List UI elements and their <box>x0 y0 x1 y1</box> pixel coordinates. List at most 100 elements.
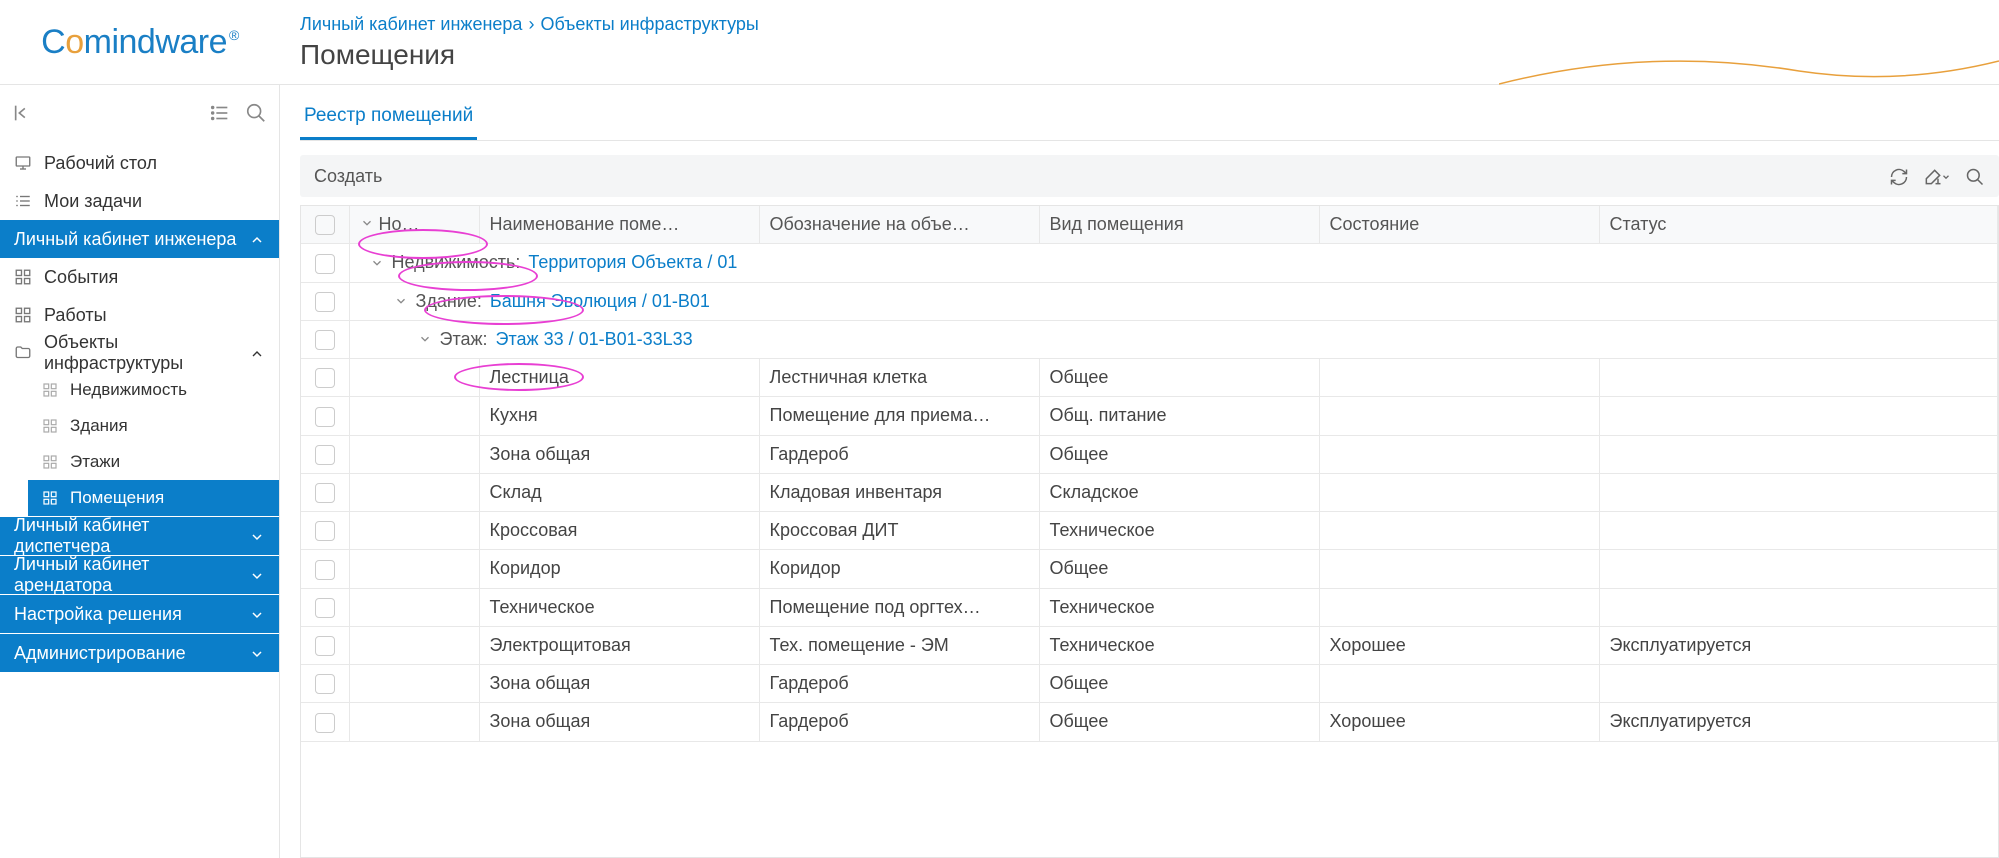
table-row[interactable]: Склад Кладовая инвентаря Складское <box>301 473 1998 511</box>
cell-status <box>1599 512 1998 550</box>
list-view-icon[interactable] <box>209 101 231 123</box>
col-kind[interactable]: Вид помещения <box>1039 206 1319 244</box>
grid-icon <box>42 382 60 398</box>
row-checkbox[interactable] <box>315 636 335 656</box>
group-row: Этаж: Этаж 33 / 01-B01-33L33 <box>301 320 1998 358</box>
nav-tenant-cabinet[interactable]: Личный кабинет арендатора <box>0 556 279 594</box>
nav-real-estate[interactable]: Недвижимость <box>28 372 279 408</box>
row-checkbox[interactable] <box>315 292 335 312</box>
cell-name: Кроссовая <box>479 512 759 550</box>
row-checkbox[interactable] <box>315 560 335 580</box>
cell-name: Зона общая <box>479 665 759 703</box>
table-row[interactable]: Техническое Помещение под оргтех… Технич… <box>301 588 1998 626</box>
nav-desktop[interactable]: Рабочий стол <box>0 144 279 182</box>
nav-label: Объекты инфраструктуры <box>44 332 239 374</box>
chevron-down-icon[interactable] <box>418 332 432 346</box>
table-row[interactable]: Кухня Помещение для приема… Общ. питание <box>301 397 1998 435</box>
row-checkbox[interactable] <box>315 483 335 503</box>
row-checkbox[interactable] <box>315 254 335 274</box>
table-row[interactable]: Зона общая Гардероб Общее <box>301 665 1998 703</box>
edit-icon[interactable] <box>1923 165 1951 186</box>
cell-designation: Кроссовая ДИТ <box>759 512 1039 550</box>
monitor-icon <box>14 154 34 172</box>
nav-label: Помещения <box>70 488 164 508</box>
nav-works[interactable]: Работы <box>0 296 279 334</box>
create-button[interactable]: Создать <box>314 166 382 187</box>
table-row[interactable]: Кроссовая Кроссовая ДИТ Техническое <box>301 512 1998 550</box>
nav-dispatcher-cabinet[interactable]: Личный кабинет диспетчера <box>0 517 279 555</box>
cell-status <box>1599 435 1998 473</box>
chevron-down-icon <box>249 526 265 547</box>
cell-kind: Техническое <box>1039 626 1319 664</box>
nav-floors[interactable]: Этажи <box>28 444 279 480</box>
col-designation[interactable]: Обозначение на объе… <box>759 206 1039 244</box>
nav-events[interactable]: События <box>0 258 279 296</box>
cell-status <box>1599 397 1998 435</box>
nav-buildings[interactable]: Здания <box>28 408 279 444</box>
grid-icon <box>42 454 60 470</box>
tab-registry[interactable]: Реестр помещений <box>300 97 477 140</box>
tabs: Реестр помещений <box>300 97 1999 141</box>
nav-label: Рабочий стол <box>44 153 157 174</box>
table-row[interactable]: Лестница Лестничная клетка Общее <box>301 359 1998 397</box>
row-checkbox[interactable] <box>315 407 335 427</box>
refresh-icon[interactable] <box>1889 165 1909 186</box>
group-link[interactable]: Башня Эволюция / 01-B01 <box>490 291 710 312</box>
group-label: Здание: <box>416 291 482 312</box>
chevron-up-icon <box>249 229 265 250</box>
col-status[interactable]: Статус <box>1599 206 1998 244</box>
breadcrumb-separator: › <box>528 14 534 35</box>
group-link[interactable]: Этаж 33 / 01-B01-33L33 <box>496 329 693 350</box>
breadcrumb-item-1[interactable]: Объекты инфраструктуры <box>540 14 758 35</box>
row-checkbox[interactable] <box>315 330 335 350</box>
table-row[interactable]: Электрощитовая Тех. помещение - ЭМ Техни… <box>301 626 1998 664</box>
col-condition[interactable]: Состояние <box>1319 206 1599 244</box>
row-checkbox[interactable] <box>315 368 335 388</box>
row-checkbox[interactable] <box>315 521 335 541</box>
cell-designation: Гардероб <box>759 703 1039 741</box>
breadcrumb-item-0[interactable]: Личный кабинет инженера <box>300 14 522 35</box>
logo[interactable]: Comindware® <box>0 23 280 62</box>
group-link[interactable]: Территория Объекта / 01 <box>528 252 737 273</box>
table-row[interactable]: Коридор Коридор Общее <box>301 550 1998 588</box>
cell-status <box>1599 588 1998 626</box>
nav-administration[interactable]: Администрирование <box>0 634 279 672</box>
nav-label: Этажи <box>70 452 120 472</box>
grid-icon <box>42 490 60 506</box>
row-checkbox[interactable] <box>315 674 335 694</box>
row-checkbox[interactable] <box>315 445 335 465</box>
nav-rooms[interactable]: Помещения <box>28 480 279 516</box>
grid-icon <box>14 268 34 286</box>
chevron-down-icon <box>360 216 374 230</box>
cell-kind: Техническое <box>1039 512 1319 550</box>
nav-my-tasks[interactable]: Мои задачи <box>0 182 279 220</box>
nav-solution-config[interactable]: Настройка решения <box>0 595 279 633</box>
collapse-sidebar-icon[interactable] <box>12 101 34 123</box>
cell-condition <box>1319 435 1599 473</box>
grid-icon <box>42 418 60 434</box>
sidebar-nav: Рабочий стол Мои задачи Личный кабинет и… <box>0 140 279 676</box>
row-checkbox[interactable] <box>315 713 335 733</box>
group-row: Недвижимость: Территория Объекта / 01 <box>301 244 1998 282</box>
search-icon[interactable] <box>245 101 267 123</box>
search-table-icon[interactable] <box>1965 165 1985 186</box>
chevron-down-icon[interactable] <box>394 294 408 308</box>
header: Comindware® Личный кабинет инженера › Об… <box>0 0 1999 85</box>
sidebar: Рабочий стол Мои задачи Личный кабинет и… <box>0 85 280 858</box>
nav-label: Здания <box>70 416 128 436</box>
tasks-icon <box>14 192 34 210</box>
row-checkbox[interactable] <box>315 598 335 618</box>
col-name[interactable]: Наименование поме… <box>479 206 759 244</box>
table-row[interactable]: Зона общая Гардероб Общее Хорошее Эксплу… <box>301 703 1998 741</box>
chevron-down-icon[interactable] <box>370 256 384 270</box>
nav-label: Мои задачи <box>44 191 142 212</box>
col-number[interactable]: Но… <box>349 206 479 244</box>
nav-engineer-cabinet[interactable]: Личный кабинет инженера <box>0 220 279 258</box>
select-all-checkbox[interactable] <box>315 215 335 235</box>
cell-status <box>1599 473 1998 511</box>
table-row[interactable]: Зона общая Гардероб Общее <box>301 435 1998 473</box>
cell-name: Лестница <box>479 359 759 397</box>
nav-infrastructure[interactable]: Объекты инфраструктуры <box>0 334 279 372</box>
nav-label: События <box>44 267 118 288</box>
cell-name: Склад <box>479 473 759 511</box>
